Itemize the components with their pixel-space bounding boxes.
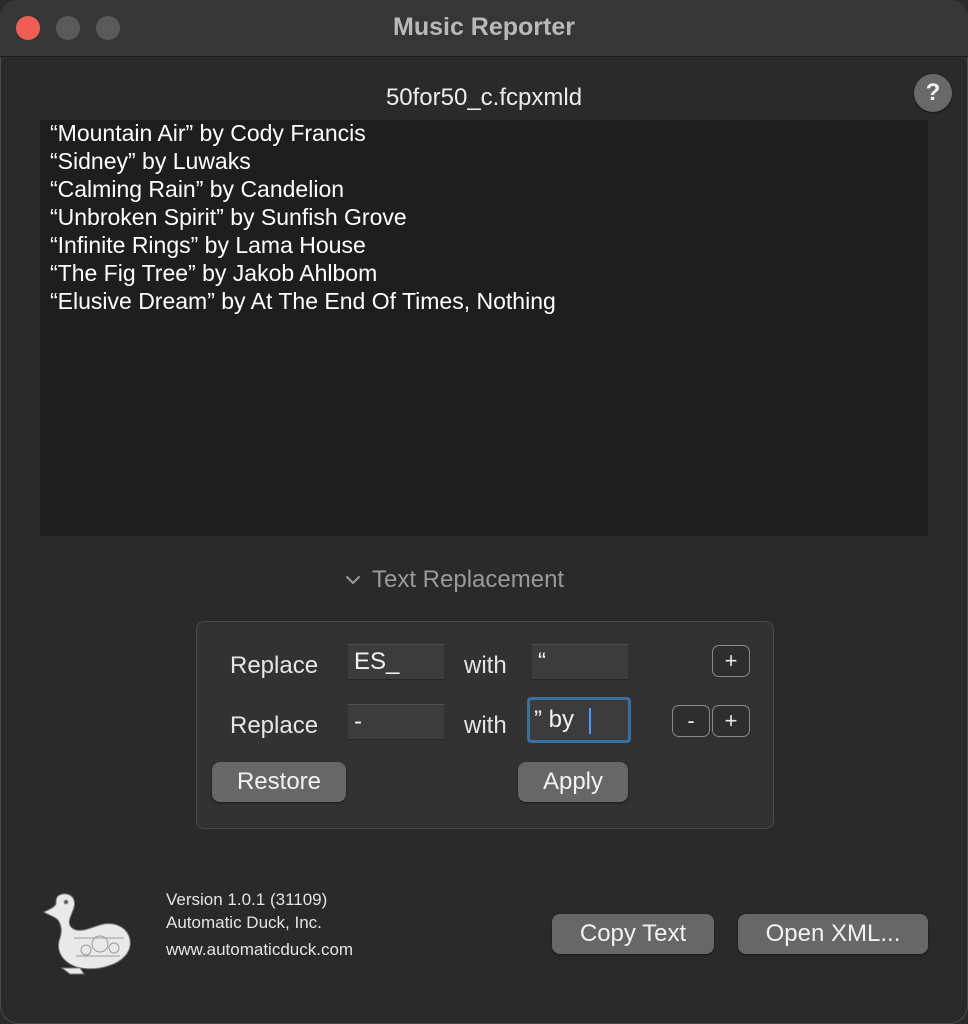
report-line: “Sidney” by Luwaks xyxy=(50,148,251,174)
report-line: “The Fig Tree” by Jakob Ahlbom xyxy=(50,260,378,286)
plus-icon: + xyxy=(724,708,738,733)
replace-field-2-value: ” by xyxy=(534,706,581,733)
report-line: “Elusive Dream” by At The End Of Times, … xyxy=(50,288,556,314)
apply-button[interactable]: Apply xyxy=(518,762,628,802)
question-icon: ? xyxy=(925,79,941,106)
replace-field-1[interactable]: “ xyxy=(532,644,628,680)
duck-logo xyxy=(43,893,131,975)
text-replacement-disclosure[interactable]: Text Replacement xyxy=(344,566,564,594)
remove-row-button[interactable]: - xyxy=(672,705,710,737)
title-bar: Music Reporter xyxy=(0,0,968,57)
with-label: with xyxy=(464,712,507,739)
add-row-button[interactable]: + xyxy=(712,645,750,677)
find-field-2[interactable]: - xyxy=(348,704,444,740)
chevron-down-icon xyxy=(346,576,360,584)
open-xml-button[interactable]: Open XML... xyxy=(738,914,928,954)
company-text: Automatic Duck, Inc. xyxy=(166,913,322,932)
replacement-panel: Replace ES_ with “ + Replace - with ” by… xyxy=(196,621,774,829)
version-text: Version 1.0.1 (31109) xyxy=(166,890,328,909)
text-replacement-label: Text Replacement xyxy=(372,566,565,593)
window-title: Music Reporter xyxy=(393,13,575,41)
replace-label: Replace xyxy=(230,652,319,679)
add-row-button[interactable]: + xyxy=(712,705,750,737)
app-window: Music Reporter 50for50_c.fcpxmld ? “Moun… xyxy=(0,0,968,1024)
replace-label: Replace xyxy=(230,712,319,739)
text-cursor xyxy=(588,707,591,734)
report-line: “Calming Rain” by Candelion xyxy=(50,176,345,202)
report-line: “Infinite Rings” by Lama House xyxy=(50,232,366,258)
website-link[interactable]: www.automaticduck.com xyxy=(166,940,353,960)
report-line: “Mountain Air” by Cody Francis xyxy=(50,120,366,146)
help-button[interactable]: ? xyxy=(914,74,952,112)
copy-text-button[interactable]: Copy Text xyxy=(552,914,714,954)
restore-button[interactable]: Restore xyxy=(212,762,346,802)
report-line: “Unbroken Spirit” by Sunfish Grove xyxy=(50,204,407,230)
plus-icon: + xyxy=(724,648,738,673)
find-field-1[interactable]: ES_ xyxy=(348,644,444,680)
report-text-area[interactable]: “Mountain Air” by Cody Francis “Sidney” … xyxy=(40,120,928,536)
minus-icon: - xyxy=(687,708,695,733)
replace-field-2[interactable]: ” by xyxy=(527,697,631,743)
file-name: 50for50_c.fcpxmld xyxy=(385,84,583,111)
with-label: with xyxy=(464,652,507,679)
